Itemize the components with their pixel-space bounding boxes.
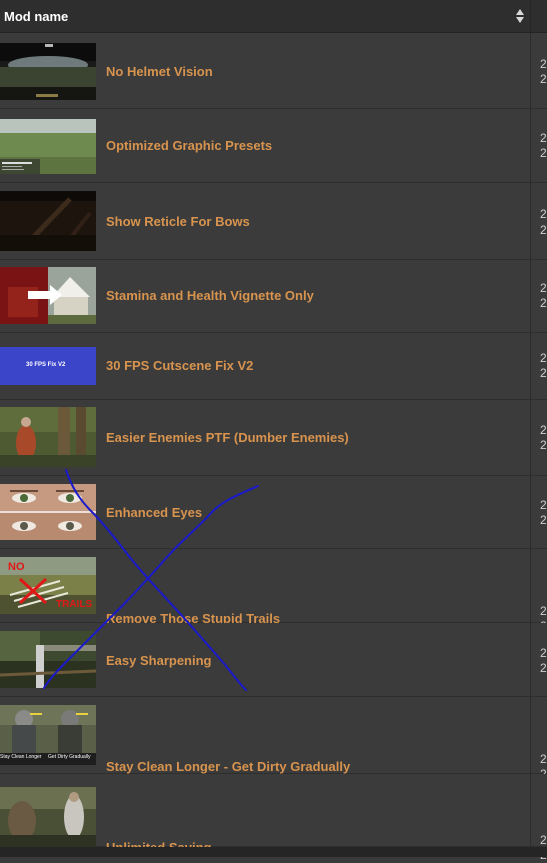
- date-text: 2: [540, 498, 547, 512]
- mod-row[interactable]: Optimized Graphic Presets 2 2: [0, 109, 547, 183]
- date-text: 2: [540, 752, 547, 766]
- column-divider: [530, 549, 531, 622]
- column-divider: [530, 623, 531, 696]
- column-divider: [530, 33, 531, 108]
- mod-name-link[interactable]: Easier Enemies PTF (Dumber Enemies): [106, 430, 349, 445]
- column-divider: [530, 400, 531, 475]
- mod-name-link[interactable]: Optimized Graphic Presets: [106, 138, 272, 153]
- column-divider: [530, 476, 531, 548]
- column-divider: [530, 260, 531, 332]
- mod-name-link[interactable]: Enhanced Eyes: [106, 505, 202, 520]
- thumbnail-text: Get Dirty Gradually: [48, 754, 91, 760]
- date-text: 2: [540, 351, 547, 365]
- mod-name-link[interactable]: No Helmet Vision: [106, 64, 213, 79]
- mod-row[interactable]: Easier Enemies PTF (Dumber Enemies) 2 2: [0, 400, 547, 476]
- thumbnail-text: TRAILS: [56, 599, 93, 610]
- date-text: 2: [540, 131, 547, 145]
- show-reticle-thumbnail: [0, 191, 96, 251]
- easier-enemies-thumbnail: [0, 407, 96, 467]
- vignette-thumbnail: [0, 267, 96, 324]
- date-text: 2: [540, 281, 547, 295]
- mod-row[interactable]: Show Reticle For Bows 2 2: [0, 183, 547, 260]
- date-text: 2: [540, 366, 547, 380]
- mod-name-link[interactable]: Show Reticle For Bows: [106, 214, 250, 229]
- column-divider: [530, 774, 531, 846]
- mod-name-link[interactable]: Stay Clean Longer - Get Dirty Gradually: [106, 759, 350, 774]
- mod-row[interactable]: 30 FPS Fix V2 30 FPS Cutscene Fix V2 2 2: [0, 333, 547, 400]
- date-text: 2: [540, 57, 547, 71]
- sort-up-down-icon[interactable]: [513, 7, 527, 25]
- mod-row[interactable]: Stamina and Health Vignette Only 2 2: [0, 260, 547, 333]
- mod-name-column-header[interactable]: Mod name: [4, 9, 68, 24]
- date-text: 2: [540, 661, 547, 675]
- date-text: 2: [540, 438, 547, 452]
- thumbnail-text: 30 FPS Fix V2: [26, 362, 66, 368]
- mod-row[interactable]: NO TRAILS Remove Those Stupid Trails 2 2: [0, 549, 547, 633]
- unlimited-saving-thumbnail: [0, 787, 96, 847]
- date-text: 2: [540, 146, 547, 160]
- header-column-divider: [530, 0, 531, 33]
- date-text: 2: [540, 513, 547, 527]
- column-divider: [530, 697, 531, 773]
- mod-name-link[interactable]: Easy Sharpening: [106, 653, 211, 668]
- mod-row[interactable]: Easy Sharpening 2 2: [0, 623, 547, 697]
- date-text: 2: [540, 207, 547, 221]
- enhanced-eyes-thumbnail: [0, 484, 96, 540]
- thumbnail-text: Stay Clean Longer: [0, 754, 42, 760]
- column-divider: [530, 333, 531, 399]
- thumbnail-text: NO: [8, 561, 25, 573]
- bottom-bar: [0, 847, 547, 857]
- date-text: 2: [540, 223, 547, 237]
- mod-row[interactable]: Unlimited Saving 2 2: [0, 774, 547, 862]
- column-divider: [530, 109, 531, 182]
- date-text: 2: [540, 423, 547, 437]
- mod-row[interactable]: Enhanced Eyes 2 2: [0, 476, 547, 549]
- column-divider: [530, 183, 531, 259]
- mod-row[interactable]: Stay Clean Longer Get Dirty Gradually St…: [0, 697, 547, 781]
- stay-clean-thumbnail: Stay Clean Longer Get Dirty Gradually: [0, 705, 96, 765]
- date-text: 2: [540, 296, 547, 310]
- mod-row[interactable]: No Helmet Vision 2 2: [0, 33, 547, 109]
- mod-name-link[interactable]: Stamina and Health Vignette Only: [106, 288, 314, 303]
- mod-list-header: Mod name: [0, 0, 547, 33]
- date-text: 2: [540, 833, 547, 847]
- optimized-graphic-presets-thumbnail: [0, 119, 96, 174]
- mod-name-link[interactable]: 30 FPS Cutscene Fix V2: [106, 358, 253, 373]
- no-helmet-vision-thumbnail: [0, 43, 96, 100]
- fps-fix-thumbnail: 30 FPS Fix V2: [0, 347, 96, 385]
- date-text: 2: [540, 72, 547, 86]
- remove-trails-thumbnail: NO TRAILS: [0, 557, 96, 614]
- date-text: 2: [540, 604, 547, 618]
- easy-sharpening-thumbnail: [0, 631, 96, 688]
- date-text: 2: [540, 646, 547, 660]
